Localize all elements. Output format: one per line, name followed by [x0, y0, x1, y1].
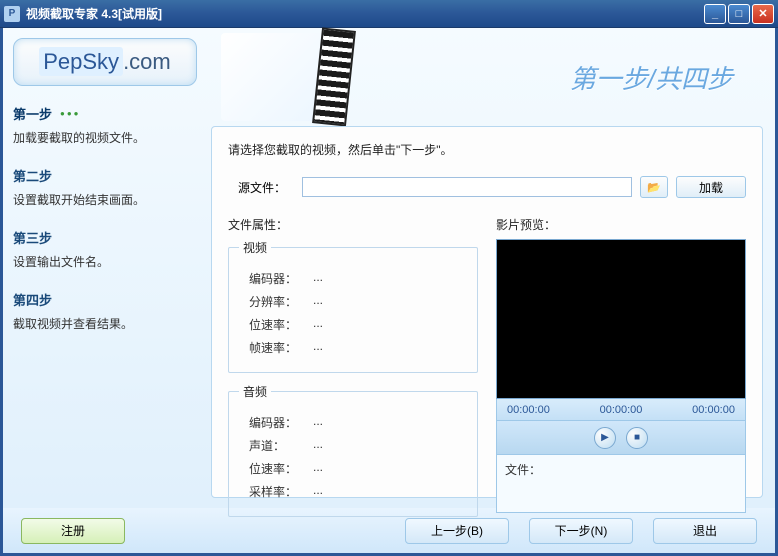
- prop-row: 采样率：...: [249, 483, 467, 500]
- video-legend: 视频: [239, 239, 271, 256]
- instruction-text: 请选择您截取的视频，然后单击"下一步"。: [228, 141, 746, 158]
- source-label: 源文件：: [238, 179, 294, 196]
- load-button[interactable]: 加载: [676, 176, 746, 198]
- video-preview: [496, 239, 746, 399]
- prop-row: 声道：...: [249, 437, 467, 454]
- prop-row: 编码器：...: [249, 270, 467, 287]
- video-properties-group: 视频 编码器：... 分辨率：... 位速率：... 帧速率：...: [228, 239, 478, 373]
- time-current: 00:00:00: [600, 404, 643, 416]
- window-controls: _ □ ✕: [704, 4, 774, 24]
- preview-label: 影片预览：: [496, 216, 746, 233]
- step-title: 第四步: [13, 290, 52, 309]
- properties-column: 文件属性： 视频 编码器：... 分辨率：... 位速率：... 帧速率：...…: [228, 216, 478, 527]
- time-start: 00:00:00: [507, 404, 550, 416]
- step-desc: 设置输出文件名。: [13, 253, 197, 270]
- properties-label: 文件属性：: [228, 216, 478, 233]
- audio-legend: 音频: [239, 383, 271, 400]
- content-card: 请选择您截取的视频，然后单击"下一步"。 源文件： 📂 加载 文件属性： 视频 …: [211, 126, 763, 498]
- sidebar-step-1: 第一步 ●●● 加载要截取的视频文件。: [13, 104, 197, 146]
- prop-row: 分辨率：...: [249, 293, 467, 310]
- prop-row: 帧速率：...: [249, 339, 467, 356]
- play-button[interactable]: ▶: [594, 427, 616, 449]
- filmstrip-icon: [312, 27, 356, 126]
- banner: 第一步/共四步: [211, 28, 763, 126]
- preview-column: 影片预览： 00:00:00 00:00:00 00:00:00 ▶ ■ 文件：: [496, 216, 746, 527]
- source-file-input[interactable]: [302, 177, 632, 197]
- browse-button[interactable]: 📂: [640, 176, 668, 198]
- file-label: 文件：: [505, 463, 541, 477]
- sidebar-step-3: 第三步 设置输出文件名。: [13, 228, 197, 270]
- stop-icon: ■: [634, 432, 640, 443]
- sidebar-step-4: 第四步 截取视频并查看结果。: [13, 290, 197, 332]
- logo-brand: PepSky: [39, 47, 123, 76]
- timeline[interactable]: 00:00:00 00:00:00 00:00:00: [496, 399, 746, 421]
- sidebar-step-2: 第二步 设置截取开始结束画面。: [13, 166, 197, 208]
- window-title: 视频截取专家 4.3[试用版]: [26, 5, 704, 22]
- play-icon: ▶: [601, 432, 609, 443]
- step-desc: 加载要截取的视频文件。: [13, 129, 197, 146]
- step-title: 第二步: [13, 166, 52, 185]
- time-end: 00:00:00: [692, 404, 735, 416]
- step-title: 第一步: [13, 104, 52, 123]
- prop-row: 编码器：...: [249, 414, 467, 431]
- step-desc: 设置截取开始结束画面。: [13, 191, 197, 208]
- banner-title: 第一步/共四步: [570, 59, 733, 96]
- title-bar: P 视频截取专家 4.3[试用版] _ □ ✕: [0, 0, 778, 28]
- banner-image: [221, 33, 341, 121]
- minimize-button[interactable]: _: [704, 4, 726, 24]
- prop-row: 位速率：...: [249, 316, 467, 333]
- folder-open-icon: 📂: [647, 181, 661, 194]
- stop-button[interactable]: ■: [626, 427, 648, 449]
- maximize-button[interactable]: □: [728, 4, 750, 24]
- source-row: 源文件： 📂 加载: [238, 176, 746, 198]
- player-controls: ▶ ■: [496, 421, 746, 455]
- logo: PepSky.com: [13, 38, 197, 86]
- prop-row: 位速率：...: [249, 460, 467, 477]
- audio-properties-group: 音频 编码器：... 声道：... 位速率：... 采样率：...: [228, 383, 478, 517]
- register-button[interactable]: 注册: [21, 518, 125, 544]
- active-indicator-icon: ●●●: [60, 109, 81, 118]
- app-icon: P: [4, 6, 20, 22]
- step-title: 第三步: [13, 228, 52, 247]
- main-panel: 第一步/共四步 请选择您截取的视频，然后单击"下一步"。 源文件： 📂 加载 文…: [211, 28, 775, 508]
- close-button[interactable]: ✕: [752, 4, 774, 24]
- file-info-box: 文件：: [496, 455, 746, 513]
- step-desc: 截取视频并查看结果。: [13, 315, 197, 332]
- logo-domain: .com: [123, 49, 171, 74]
- sidebar: PepSky.com 第一步 ●●● 加载要截取的视频文件。 第二步 设置截取开…: [3, 28, 211, 508]
